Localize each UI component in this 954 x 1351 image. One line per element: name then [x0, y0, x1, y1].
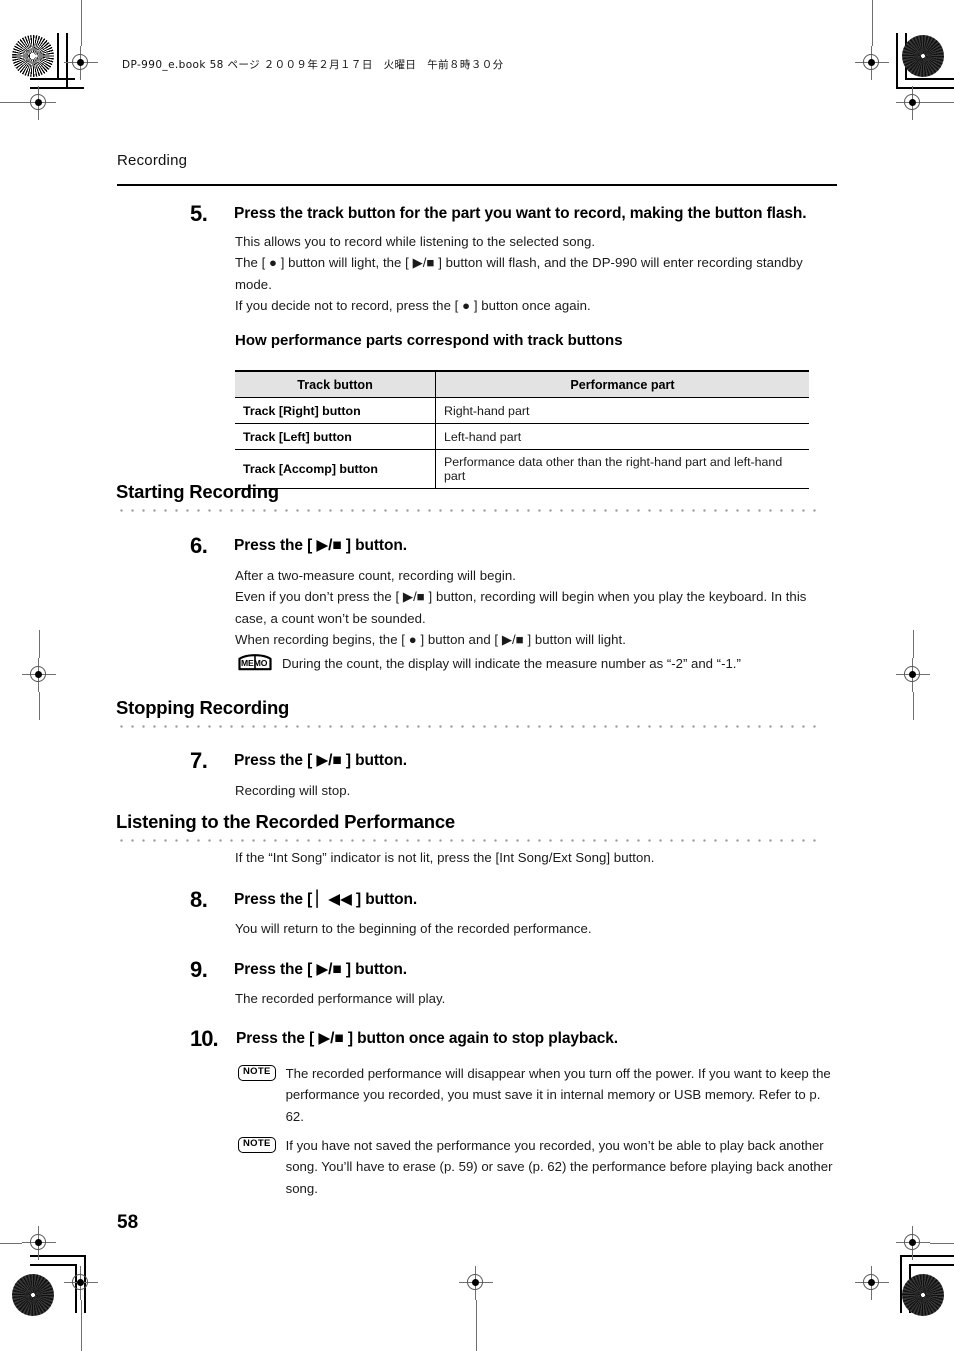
note-callout-2-text: If you have not saved the performance yo…	[285, 1138, 833, 1196]
step-6-number: 6.	[190, 533, 208, 558]
step-5-body: This allows you to record while listenin…	[235, 231, 835, 317]
step-5-line-3: If you decide not to record, press the […	[235, 298, 591, 314]
section-heading-starting-recording: Starting Recording	[116, 481, 279, 502]
step-9-line-1: The recorded performance will play.	[235, 991, 446, 1006]
step-7-body: Recording will stop.	[235, 780, 835, 801]
step-7-line-1: Recording will stop.	[235, 783, 351, 798]
step-5-number: 5.	[190, 201, 208, 226]
table-header-row: Track button Performance part	[235, 370, 809, 398]
step-10: 10. Press the [ ▶/■ ] button once again …	[190, 1026, 838, 1051]
section-heading-stopping-recording: Stopping Recording	[116, 697, 290, 718]
table-row: Track [Right] button Right-hand part	[235, 397, 809, 424]
table-row: Track [Left] button Left-hand part	[235, 423, 809, 450]
table-header-track-button: Track button	[235, 370, 436, 398]
note-callout-2: NOTE If you have not saved the performan…	[238, 1135, 836, 1199]
step-5-title: Press the track button for the part you …	[234, 205, 807, 222]
step-8-title: Press the [ ▏◀◀ ] button.	[234, 891, 418, 908]
memo-callout: MEMO During the count, the display will …	[238, 653, 836, 674]
note-callout-1: NOTE The recorded performance will disap…	[238, 1063, 836, 1127]
step-8-line-1: You will return to the beginning of the …	[235, 921, 592, 936]
listening-intro-text: If the “Int Song” indicator is not lit, …	[235, 850, 655, 865]
memo-icon-label: MEMO	[241, 658, 268, 668]
step-6-line-3: When recording begins, the [ ● ] button …	[235, 632, 626, 648]
step-5: 5. Press the track button for the part y…	[190, 201, 838, 226]
track-button-table: Track button Performance part Track [Rig…	[235, 370, 809, 489]
table-cell-part-accomp: Performance data other than the right-ha…	[435, 449, 809, 489]
step-6-title: Press the [ ▶/■ ] button.	[234, 537, 407, 554]
manual-page: Recording 5. Press the track button for …	[0, 0, 954, 1351]
step-10-title: Press the [ ▶/■ ] button once again to s…	[236, 1030, 619, 1047]
step-7: 7. Press the [ ▶/■ ] button.	[190, 748, 838, 773]
step-7-number: 7.	[190, 748, 208, 773]
step-6-line-1: After a two-measure count, recording wil…	[235, 568, 516, 583]
step-9-number: 9.	[190, 957, 208, 982]
section-heading-listening: Listening to the Recorded Performance	[116, 811, 456, 832]
table-cell-track-right: Track [Right] button	[235, 397, 436, 424]
step-9-title: Press the [ ▶/■ ] button.	[234, 961, 407, 978]
step-6-line-2: Even if you don’t press the [ ▶/■ ] butt…	[235, 589, 807, 626]
step-7-title: Press the [ ▶/■ ] button.	[234, 752, 407, 769]
step-8: 8. Press the [ ▏◀◀ ] button.	[190, 887, 838, 912]
table-cell-part-right: Right-hand part	[435, 397, 809, 424]
memo-callout-text: During the count, the display will indic…	[282, 656, 741, 671]
step-6: 6. Press the [ ▶/■ ] button.	[190, 533, 838, 558]
note-callout-1-text: The recorded performance will disappear …	[285, 1066, 831, 1124]
step-8-number: 8.	[190, 887, 208, 912]
step-8-body: You will return to the beginning of the …	[235, 918, 835, 939]
table-row: Track [Accomp] button Performance data o…	[235, 449, 809, 489]
step-10-number: 10.	[190, 1026, 219, 1051]
note-icon: NOTE	[238, 1137, 276, 1153]
running-head: Recording	[117, 152, 188, 169]
table-cell-track-left: Track [Left] button	[235, 423, 436, 450]
table-caption: How performance parts correspond with tr…	[235, 332, 623, 349]
section-dot-rule	[116, 839, 822, 842]
page-number: 58	[117, 1212, 139, 1233]
memo-icon: MEMO	[238, 654, 272, 671]
note-icon: NOTE	[238, 1065, 276, 1081]
header-rule	[117, 184, 837, 186]
step-6-body: After a two-measure count, recording wil…	[235, 565, 835, 651]
table-header-performance-part: Performance part	[435, 370, 809, 398]
step-5-line-1: This allows you to record while listenin…	[235, 234, 596, 249]
section-dot-rule	[116, 725, 822, 728]
section-dot-rule	[116, 509, 822, 512]
step-9-body: The recorded performance will play.	[235, 988, 835, 1009]
step-5-line-2: The [ ● ] button will light, the [ ▶/■ ]…	[235, 255, 803, 292]
table-cell-part-left: Left-hand part	[435, 423, 809, 450]
step-9: 9. Press the [ ▶/■ ] button.	[190, 957, 838, 982]
